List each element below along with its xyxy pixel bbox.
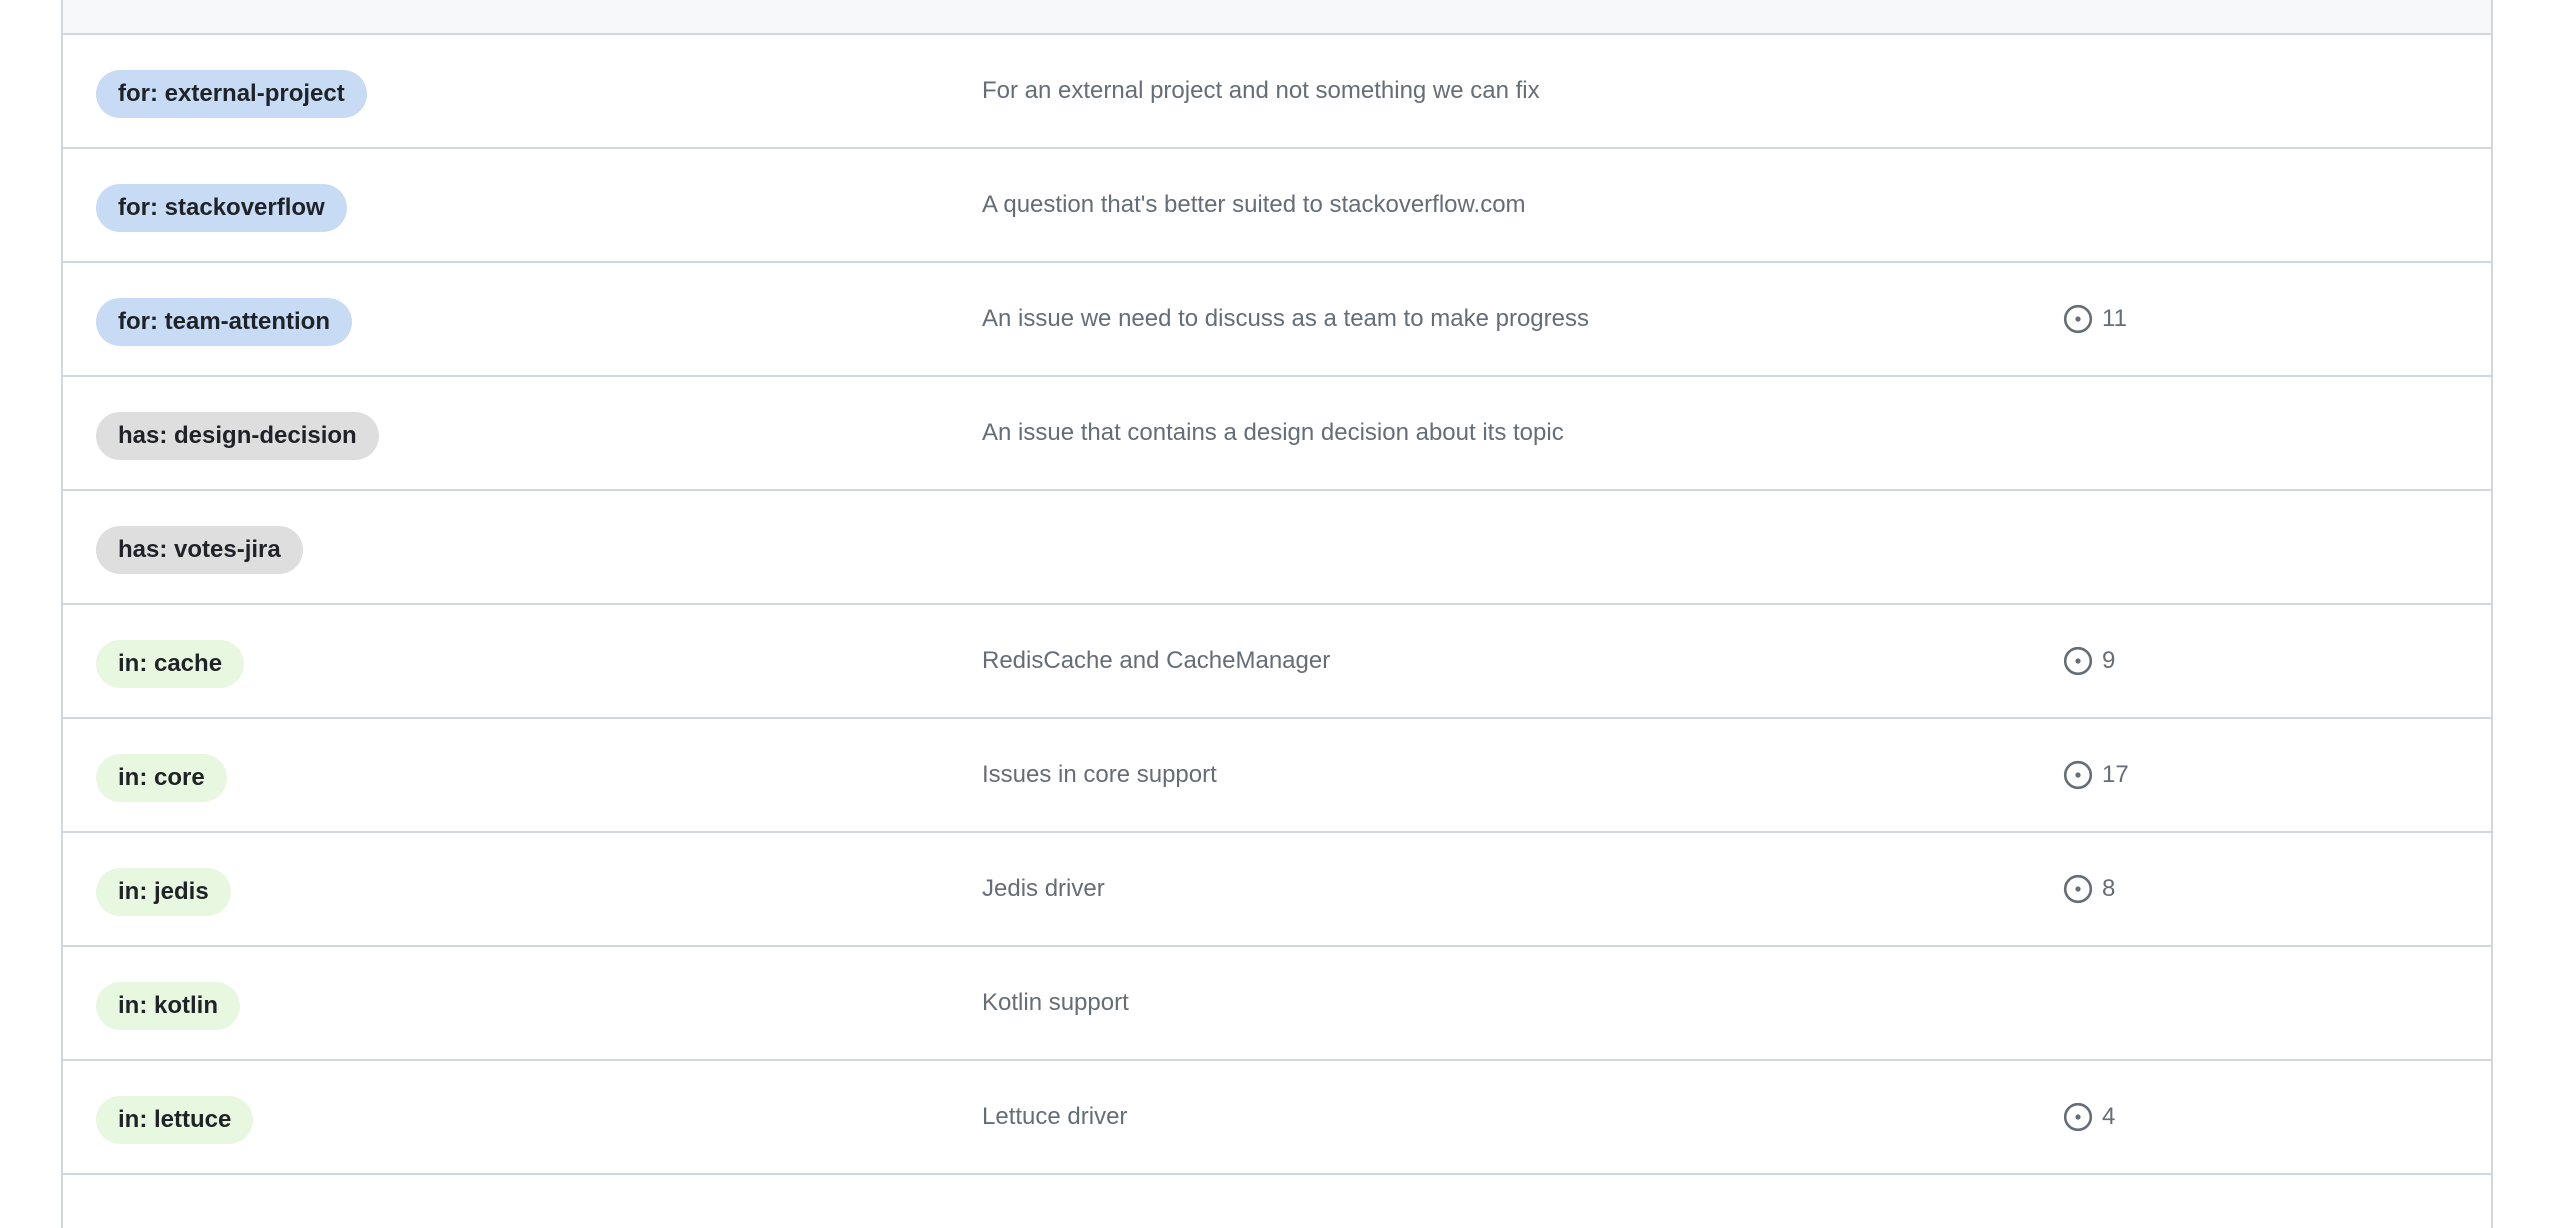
label-row: for: team-attention An issue we need to … [63,263,2491,377]
label-row: for: external-project For an external pr… [63,35,2491,149]
issue-opened-icon [2062,645,2094,677]
label-pill[interactable]: in: core [96,754,227,802]
label-row: in: lettuce Lettuce driver 4 [63,1061,2491,1175]
label-pill[interactable]: in: cache [96,640,245,688]
label-description: A question that's better suited to stack… [982,191,1526,218]
label-description: For an external project and not somethin… [982,77,1540,104]
label-pill[interactable]: for: stackoverflow [96,184,347,232]
open-issues-count: 9 [2102,647,2116,674]
label-row: in: core Issues in core support 17 [63,719,2491,833]
label-description: An issue we need to discuss as a team to… [982,305,1589,332]
label-description: Kotlin support [982,989,1129,1016]
label-row: has: votes-jira [63,491,2491,605]
issue-opened-icon [2062,1101,2094,1133]
label-description: RedisCache and CacheManager [982,647,1331,674]
label-description: Jedis driver [982,875,1105,902]
label-description: Lettuce driver [982,1103,1128,1130]
label-row: in: cache RedisCache and CacheManager 9 [63,605,2491,719]
labels-list-header [63,0,2491,35]
label-description: Issues in core support [982,761,1217,788]
open-issues-link[interactable]: 9 [2062,605,2115,717]
labels-list: for: external-project For an external pr… [61,0,2493,1228]
issue-opened-icon [2062,759,2094,791]
label-description: An issue that contains a design decision… [982,419,1564,446]
open-issues-link[interactable]: 17 [2062,719,2129,831]
label-pill[interactable]: in: jedis [96,868,231,916]
label-pill[interactable]: in: kotlin [96,982,240,1030]
open-issues-link[interactable]: 8 [2062,833,2115,945]
label-rows: for: external-project For an external pr… [63,35,2491,1175]
open-issues-count: 11 [2102,305,2127,332]
open-issues-count: 4 [2102,1103,2116,1130]
label-pill[interactable]: for: external-project [96,70,367,118]
label-pill[interactable]: for: team-attention [96,298,352,346]
label-row: has: design-decision An issue that conta… [63,377,2491,491]
label-pill[interactable]: in: lettuce [96,1096,254,1144]
open-issues-link[interactable]: 11 [2062,263,2127,375]
label-row: in: kotlin Kotlin support [63,947,2491,1061]
issue-opened-icon [2062,303,2094,335]
label-pill[interactable]: has: votes-jira [96,526,303,574]
open-issues-count: 17 [2102,761,2129,788]
label-row: for: stackoverflow A question that's bet… [63,149,2491,263]
label-pill[interactable]: has: design-decision [96,412,379,460]
open-issues-link[interactable]: 4 [2062,1061,2115,1173]
open-issues-count: 8 [2102,875,2116,902]
label-row: in: jedis Jedis driver 8 [63,833,2491,947]
issue-opened-icon [2062,873,2094,905]
